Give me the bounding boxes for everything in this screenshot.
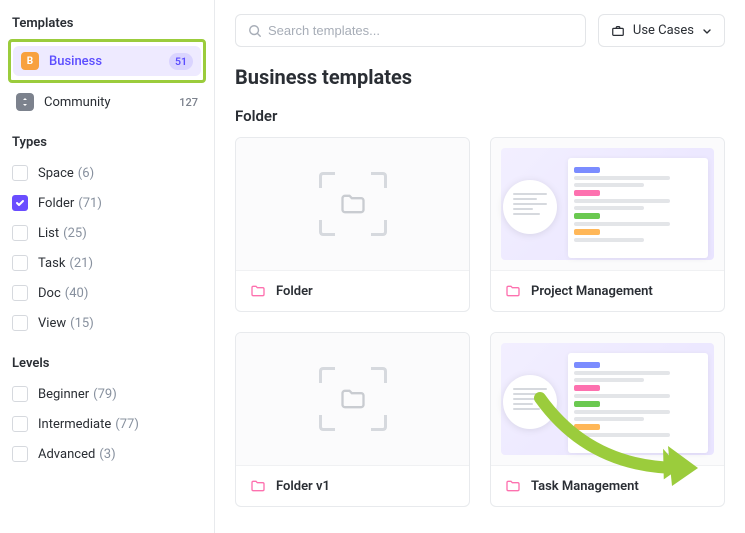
sidebar-item-community[interactable]: Community 127 [8, 87, 206, 117]
filter-count: (40) [65, 286, 89, 301]
checkbox-icon [12, 225, 28, 241]
card-preview [491, 333, 724, 465]
filter-label: Intermediate [38, 417, 111, 432]
page-title: Business templates [235, 65, 725, 89]
filter-label: Space [38, 166, 74, 181]
template-card-project-management[interactable]: Project Management [490, 137, 725, 312]
levels-header: Levels [8, 350, 206, 379]
card-title: Folder v1 [276, 479, 330, 494]
checkbox-icon [12, 416, 28, 432]
chevron-down-icon [702, 26, 712, 36]
placeholder-frame-icon [319, 172, 387, 236]
folder-icon [505, 478, 521, 494]
card-preview [491, 138, 724, 270]
group-title: Folder [235, 107, 725, 125]
filter-label: View [38, 316, 66, 331]
filter-type-folder[interactable]: Folder (71) [8, 188, 206, 218]
community-badge-icon [16, 93, 34, 111]
filter-count: (15) [70, 316, 94, 331]
card-preview [236, 333, 469, 465]
sidebar-item-count: 127 [179, 96, 198, 109]
checkbox-icon [12, 285, 28, 301]
template-card-folder-v1[interactable]: Folder v1 [235, 332, 470, 507]
sidebar-item-count: 51 [169, 53, 193, 70]
card-preview [236, 138, 469, 270]
filter-level-intermediate[interactable]: Intermediate (77) [8, 409, 206, 439]
topbar: Use Cases [235, 14, 725, 47]
filter-type-task[interactable]: Task (21) [8, 248, 206, 278]
card-footer: Folder [236, 270, 469, 311]
business-badge-icon: B [21, 52, 39, 70]
checkbox-icon [12, 255, 28, 271]
card-grid: Folder Project Management [235, 137, 725, 507]
main-content: Use Cases Business templates Folder Fold… [215, 0, 745, 533]
checkbox-checked-icon [12, 195, 28, 211]
search-icon [248, 24, 262, 38]
types-header: Types [8, 129, 206, 158]
filter-count: (77) [115, 417, 139, 432]
briefcase-icon [611, 24, 625, 38]
usecases-label: Use Cases [633, 23, 694, 38]
checkbox-icon [12, 165, 28, 181]
card-title: Project Management [531, 284, 653, 299]
checkbox-icon [12, 386, 28, 402]
filter-count: (71) [78, 196, 102, 211]
checkbox-icon [12, 446, 28, 462]
placeholder-frame-icon [319, 367, 387, 431]
filter-count: (6) [78, 166, 94, 181]
filter-count: (79) [93, 387, 117, 402]
folder-icon [250, 478, 266, 494]
filter-label: Folder [38, 196, 74, 211]
filter-type-doc[interactable]: Doc (40) [8, 278, 206, 308]
filter-count: (3) [99, 447, 115, 462]
search-input[interactable] [268, 23, 573, 38]
filter-label: List [38, 226, 59, 241]
folder-icon [250, 283, 266, 299]
sidebar: Templates B Business 51 Community 127 Ty… [0, 0, 215, 533]
annotation-highlight-business: B Business 51 [8, 39, 206, 83]
filter-label: Doc [38, 286, 61, 301]
templates-header: Templates [8, 10, 206, 39]
filter-label: Advanced [38, 447, 95, 462]
card-footer: Folder v1 [236, 465, 469, 506]
folder-icon [505, 283, 521, 299]
search-input-wrapper[interactable] [235, 14, 586, 47]
checkbox-icon [12, 315, 28, 331]
sidebar-item-business[interactable]: B Business 51 [13, 46, 201, 76]
usecases-button[interactable]: Use Cases [598, 14, 725, 47]
filter-level-advanced[interactable]: Advanced (3) [8, 439, 206, 469]
template-card-folder[interactable]: Folder [235, 137, 470, 312]
template-card-task-management[interactable]: Task Management [490, 332, 725, 507]
filter-label: Task [38, 256, 65, 271]
card-title: Folder [276, 284, 313, 299]
sidebar-item-label: Business [49, 54, 169, 69]
filter-label: Beginner [38, 387, 89, 402]
filter-type-space[interactable]: Space (6) [8, 158, 206, 188]
card-footer: Project Management [491, 270, 724, 311]
filter-type-view[interactable]: View (15) [8, 308, 206, 338]
filter-count: (21) [69, 256, 93, 271]
sidebar-item-label: Community [44, 95, 179, 110]
filter-level-beginner[interactable]: Beginner (79) [8, 379, 206, 409]
filter-type-list[interactable]: List (25) [8, 218, 206, 248]
filter-count: (25) [63, 226, 87, 241]
card-footer: Task Management [491, 465, 724, 506]
card-title: Task Management [531, 479, 639, 494]
